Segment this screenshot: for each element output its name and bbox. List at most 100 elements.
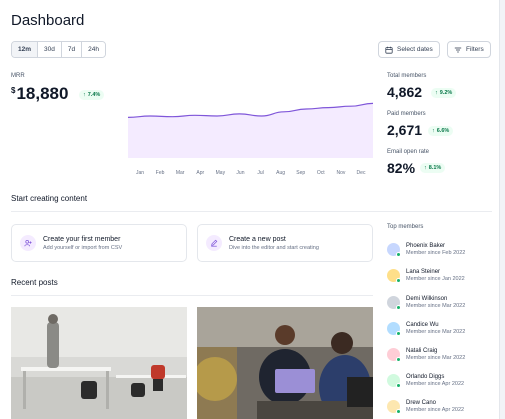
top-members-title: Top members	[387, 224, 424, 230]
member-item[interactable]: Phoenix Baker Member since Feb 2022	[387, 240, 465, 258]
email-open-rate-badge: ↑ 8.1%	[420, 163, 446, 173]
member-item[interactable]: Candice Wu Member since Mar 2022	[387, 319, 465, 337]
member-item[interactable]: Orlando Diggs Member since Apr 2022	[387, 371, 464, 389]
online-status-dot	[396, 277, 401, 283]
pen-icon	[206, 235, 222, 251]
member-name: Natali Craig	[406, 347, 438, 354]
recent-posts-title: Recent posts	[11, 278, 58, 287]
member-name: Candice Wu	[406, 321, 439, 328]
online-status-dot	[396, 382, 401, 388]
month-tick-label: Jul	[257, 170, 264, 176]
month-tick-label: Mar	[175, 170, 185, 176]
avatar	[387, 295, 401, 310]
month-tick-label: Feb	[155, 170, 165, 176]
member-since: Member since Jan 2022	[406, 275, 465, 282]
member-item[interactable]: Demi Wilkinson Member since Mar 2022	[387, 293, 465, 311]
start-creating-title: Start creating content	[11, 194, 88, 203]
create-post-title: Create a new post	[229, 235, 286, 243]
mrr-value: $ 18,880	[11, 84, 68, 104]
month-tick-label: Apr	[196, 170, 205, 176]
arrow-up-icon: ↑	[432, 128, 435, 134]
month-tick-label: Jun	[236, 170, 245, 176]
post-image-meeting[interactable]	[197, 307, 373, 419]
online-status-dot	[396, 356, 401, 362]
month-tick-label: Dec	[356, 170, 366, 176]
user-plus-icon	[20, 235, 36, 251]
month-tick-label: Aug	[276, 170, 286, 176]
create-post-subtitle: Dive into the editor and start creating	[229, 244, 319, 251]
paid-members-badge: ↑ 6.6%	[428, 126, 454, 136]
page-title: Dashboard	[11, 12, 85, 29]
member-name: Demi Wilkinson	[406, 295, 448, 302]
online-status-dot	[396, 304, 401, 310]
create-member-card[interactable]: Create your first member Add yourself or…	[11, 224, 187, 262]
paid-members-label: Paid members	[387, 111, 426, 117]
member-name: Orlando Diggs	[406, 373, 445, 380]
mrr-chart	[128, 88, 373, 178]
month-tick-label: Jan	[135, 170, 145, 176]
member-item[interactable]: Natali Craig Member since Mar 2022	[387, 345, 465, 363]
filter-icon	[454, 47, 462, 52]
member-since: Member since Apr 2022	[406, 380, 465, 387]
range-24h-button[interactable]: 24h	[82, 42, 105, 57]
chart-area	[128, 103, 373, 158]
total-members-badge: ↑ 9.2%	[431, 88, 457, 98]
range-12m-button[interactable]: 12m	[12, 42, 39, 57]
email-open-rate-change: 8.1%	[428, 165, 442, 171]
filters-label: Filters	[466, 46, 484, 53]
month-tick-label: Oct	[316, 170, 325, 176]
paid-members-value: 2,671	[387, 122, 423, 138]
divider	[11, 295, 373, 296]
online-status-dot	[396, 330, 401, 336]
mrr-amount: 18,880	[16, 84, 69, 103]
arrow-up-icon: ↑	[424, 165, 427, 171]
member-name: Lana Steiner	[406, 268, 441, 275]
month-tick-label: Sep	[296, 170, 306, 176]
member-since: Member since Mar 2022	[406, 302, 466, 309]
member-item[interactable]: Drew Cano Member since Apr 2022	[387, 397, 464, 415]
member-item[interactable]: Lana Steiner Member since Jan 2022	[387, 266, 465, 284]
avatar	[387, 373, 401, 388]
divider	[11, 211, 492, 212]
select-dates-button[interactable]: Select dates	[378, 41, 440, 58]
create-member-title: Create your first member	[43, 235, 121, 243]
member-name: Phoenix Baker	[406, 242, 446, 249]
mrr-change: 7.4%	[87, 92, 101, 98]
range-30d-button[interactable]: 30d	[38, 42, 62, 57]
email-open-rate-label: Email open rate	[387, 149, 430, 155]
mrr-currency: $	[11, 86, 16, 95]
online-status-dot	[396, 408, 401, 414]
online-status-dot	[396, 251, 401, 257]
chart-x-axis: Jan Feb Mar Apr May Jun Jul Aug Sep Oct Nov Dec	[128, 170, 373, 178]
page-edge	[499, 0, 505, 419]
month-tick-label: Nov	[336, 170, 346, 176]
filters-button[interactable]: Filters	[447, 41, 491, 58]
member-since: Member since Feb 2022	[406, 249, 466, 256]
member-name: Drew Cano	[406, 399, 437, 406]
month-tick-label: May	[215, 170, 226, 176]
email-open-rate-value: 82%	[387, 160, 416, 176]
avatar	[387, 242, 401, 257]
select-dates-label: Select dates	[397, 46, 433, 53]
mrr-chart-svg	[128, 102, 373, 158]
arrow-up-icon: ↑	[83, 92, 86, 98]
mrr-label: MRR	[11, 73, 25, 79]
avatar	[387, 347, 401, 362]
paid-members-change: 6.6%	[436, 128, 450, 134]
avatar	[387, 268, 401, 283]
arrow-up-icon: ↑	[435, 90, 438, 96]
create-member-subtitle: Add yourself or import from CSV	[43, 244, 123, 251]
time-range-toggle: 12m 30d 7d 24h	[11, 41, 106, 58]
range-7d-button[interactable]: 7d	[61, 42, 83, 57]
total-members-change: 9.2%	[439, 90, 453, 96]
avatar	[387, 321, 401, 336]
member-since: Member since Mar 2022	[406, 354, 466, 361]
post-image-office[interactable]	[11, 307, 187, 419]
avatar	[387, 399, 401, 414]
calendar-icon	[385, 46, 393, 54]
total-members-value: 4,862	[387, 84, 423, 100]
mrr-change-badge: ↑ 7.4%	[79, 90, 105, 100]
member-since: Member since Apr 2022	[406, 406, 465, 413]
total-members-label: Total members	[387, 73, 427, 79]
create-post-card[interactable]: Create a new post Dive into the editor a…	[197, 224, 373, 262]
